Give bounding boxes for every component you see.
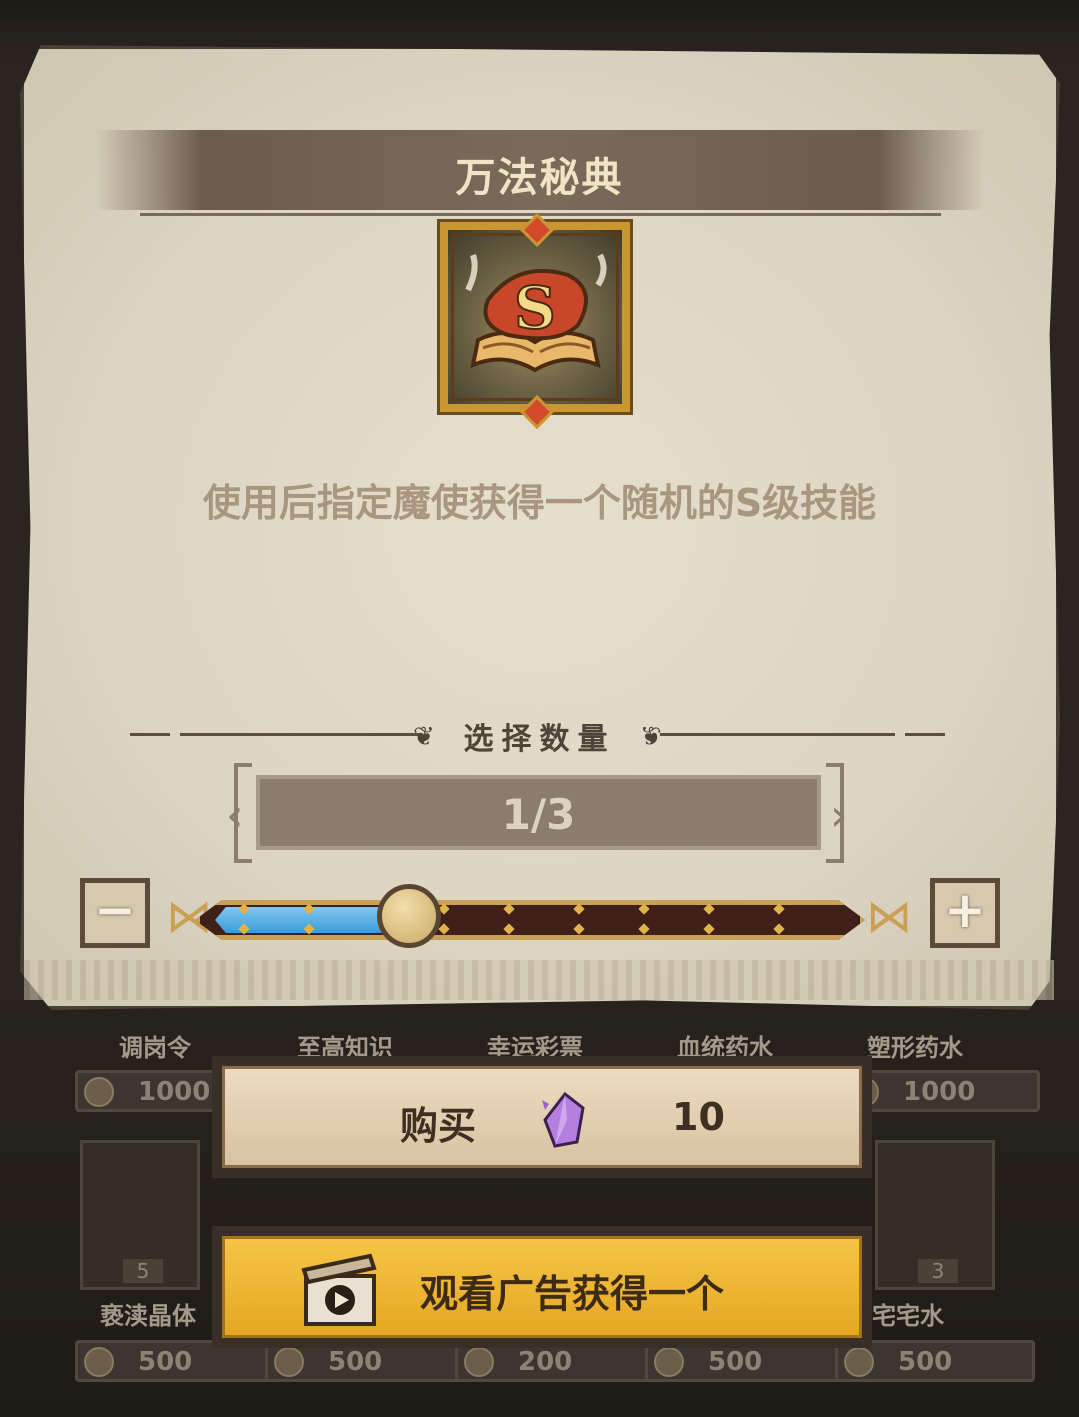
item-description: 使用后指定魔使获得一个随机的S级技能 [202, 481, 877, 525]
coin-icon [844, 1347, 874, 1377]
coin-icon [84, 1077, 114, 1107]
shop-price: 1000 [903, 1077, 976, 1107]
spellbook-s-icon-art: S [465, 253, 607, 373]
buy-label: 购买 [400, 1104, 477, 1148]
plus-icon: + [944, 881, 986, 939]
coin-icon [654, 1347, 684, 1377]
dialog-title: 万法秘典 [455, 155, 624, 201]
shop-item-count: 5 [123, 1259, 163, 1283]
coin-icon [464, 1347, 494, 1377]
shop-item-name: 亵渎晶体 [100, 1302, 196, 1330]
increase-button[interactable]: + [930, 878, 1000, 948]
shop-item-name: 宅宅水 [872, 1302, 944, 1330]
chevron-right-icon: › [830, 790, 848, 841]
select-quantity-label: 选择数量 [463, 722, 616, 757]
shop-price: 500 [898, 1347, 953, 1377]
slider-end-right: ⋈ [866, 889, 912, 943]
divider-ornament-right: ❦ [640, 722, 662, 752]
video-clapper-icon [300, 1252, 380, 1332]
shop-price: 500 [328, 1347, 383, 1377]
shop-price: 500 [138, 1347, 193, 1377]
watch-ad-label: 观看广告获得一个 [420, 1272, 725, 1316]
svg-text:S: S [514, 274, 556, 342]
minus-icon: − [94, 881, 136, 939]
panel-torn-edge [24, 960, 1054, 1000]
shop-item-slot[interactable]: 3 [875, 1140, 995, 1290]
buy-price: 10 [672, 1095, 725, 1139]
shop-price: 500 [708, 1347, 763, 1377]
divider-line [905, 733, 945, 736]
shop-item-count: 3 [918, 1259, 958, 1283]
purple-crystal-icon [537, 1090, 595, 1154]
slider-handle[interactable] [377, 884, 441, 948]
chevron-left-icon: ‹ [226, 790, 244, 841]
divider-line [660, 733, 895, 736]
shop-price: 1000 [138, 1077, 211, 1107]
shop-price: 200 [518, 1347, 573, 1377]
quantity-value: 1/3 [501, 790, 576, 839]
coin-icon [274, 1347, 304, 1377]
shop-item-slot[interactable]: 5 [80, 1140, 200, 1290]
coin-icon [84, 1347, 114, 1377]
decrease-button[interactable]: − [80, 878, 150, 948]
spellbook-s-icon: S [440, 222, 630, 412]
